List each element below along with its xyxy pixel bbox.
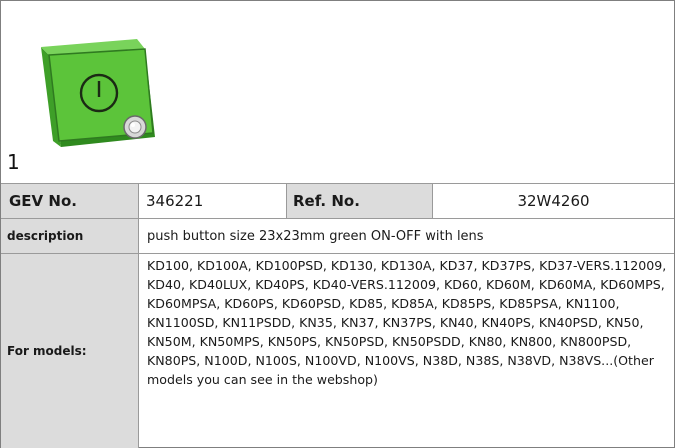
models-value: KD100, KD100A, KD100PSD, KD130, KD130A, … — [147, 258, 667, 387]
product-sheet: 1 GEV No. 346221 Ref. No. 32W4260 descri… — [0, 0, 675, 448]
push-button-image — [41, 39, 155, 147]
description-value: push button size 23x23mm green ON-OFF wi… — [147, 228, 484, 244]
gev-ref-row: GEV No. 346221 Ref. No. 32W4260 — [1, 184, 674, 219]
models-label: For models: — [1, 254, 139, 448]
models-row: For models: KD100, KD100A, KD100PSD, KD1… — [1, 254, 674, 448]
gev-label: GEV No. — [1, 184, 139, 218]
description-label: description — [1, 219, 139, 253]
ref-label: Ref. No. — [287, 184, 433, 218]
gev-value: 346221 — [139, 184, 287, 218]
description-row: description push button size 23x23mm gre… — [1, 219, 674, 254]
ref-value: 32W4260 — [517, 192, 590, 210]
lens-icon — [123, 115, 147, 139]
figure-index: 1 — [7, 150, 20, 174]
product-image-cell: 1 — [1, 1, 674, 184]
